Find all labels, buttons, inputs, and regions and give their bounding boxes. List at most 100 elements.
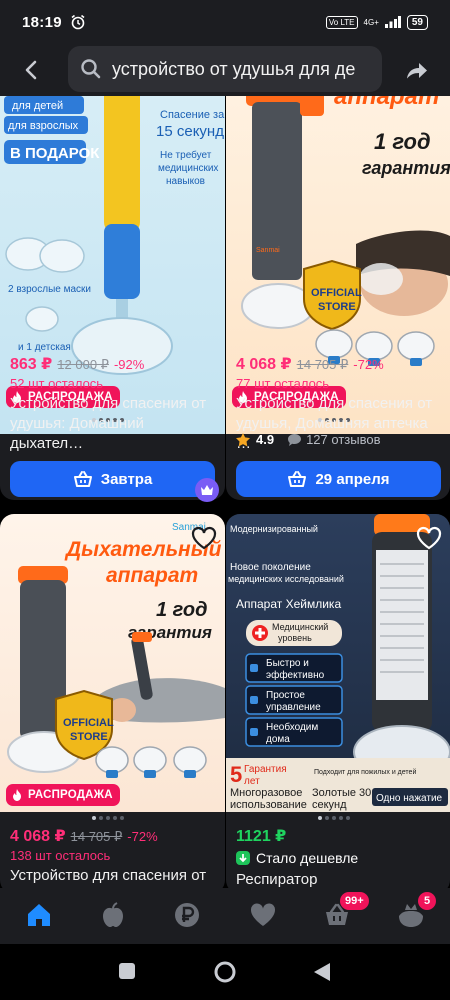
- image-caption: и 1 детская: [18, 342, 71, 353]
- image-caption: медицинских: [158, 163, 218, 174]
- back-triangle-icon[interactable]: [312, 961, 332, 983]
- price-down-icon: [236, 851, 250, 865]
- discount: -92%: [113, 357, 145, 372]
- image-caption: STORE: [70, 731, 108, 743]
- image-caption: дома: [266, 734, 290, 745]
- current-price: 4 068 ₽: [10, 828, 66, 845]
- system-navigation-bar: [0, 944, 450, 1000]
- old-price: 12 000 ₽: [57, 357, 109, 372]
- favorites-heart-icon[interactable]: [248, 900, 278, 930]
- image-caption: аппарат: [334, 96, 439, 110]
- product-image[interactable]: Sanmai Дыхательный аппарат 1 год гаранти…: [0, 514, 225, 812]
- discount: -72%: [353, 357, 384, 372]
- delivery-label: Завтра: [100, 470, 153, 488]
- product-title[interactable]: Респиратор: [236, 870, 441, 888]
- profile-count-badge: 5: [418, 892, 436, 910]
- image-caption: Простое: [266, 690, 305, 701]
- image-caption: эффективно: [266, 669, 325, 681]
- catalog-apple-icon[interactable]: [98, 900, 128, 930]
- sale-label: РАСПРОДАЖА: [28, 789, 113, 801]
- stock-left: 52 шт осталось: [10, 376, 104, 391]
- image-caption: уровень: [278, 633, 312, 643]
- image-caption: Медицинский: [272, 622, 328, 632]
- product-card[interactable]: Sanmai Дыхательный аппарат 1 год гаранти…: [0, 514, 225, 888]
- price-row: 863 ₽ 12 000 ₽ -92%: [10, 354, 144, 374]
- image-caption: лет: [244, 776, 260, 787]
- product-title[interactable]: Устройство для спасения от удушья: Домаш…: [10, 394, 215, 454]
- image-caption: использование: [230, 799, 307, 811]
- sale-badge: РАСПРОДАЖА: [6, 784, 120, 806]
- profile-button[interactable]: 5: [396, 892, 436, 930]
- price-drop-row: Стало дешевле: [236, 850, 358, 866]
- fire-icon: [13, 789, 21, 801]
- product-title[interactable]: Устройство для спасения от: [10, 866, 215, 886]
- rating-value: 4.9: [256, 432, 275, 447]
- delivery-button[interactable]: 29 апреля: [236, 461, 441, 497]
- image-caption: секунд: [312, 799, 347, 811]
- image-caption: медицинских исследований: [228, 574, 344, 584]
- home-circle-icon[interactable]: [213, 960, 237, 984]
- image-caption: гарантия: [362, 158, 450, 178]
- reviews-count: 127 отзывов: [306, 432, 381, 447]
- price-row: 4 068 ₽ 14 705 ₽ -72%: [10, 826, 158, 846]
- image-caption: В ПОДАРОК: [10, 145, 100, 162]
- product-image-art: Модернизированный Новое поколение медици…: [226, 514, 450, 812]
- image-caption: Многоразовое: [230, 787, 302, 799]
- old-price: 14 705 ₽: [70, 829, 123, 844]
- image-caption: Спасение за: [160, 109, 225, 121]
- product-feed[interactable]: для детей для взрослых Спасение за 15 се…: [0, 96, 450, 888]
- battery-indicator: 59: [406, 14, 428, 30]
- image-caption: Необходим: [266, 721, 318, 733]
- home-icon[interactable]: [24, 900, 54, 930]
- favorite-heart-icon[interactable]: [191, 526, 217, 550]
- basket-icon: [73, 471, 92, 487]
- status-time: 18:19: [22, 13, 62, 31]
- star-icon: [236, 432, 250, 446]
- image-caption: 2 взрослые маски: [8, 284, 91, 295]
- search-icon: [81, 59, 101, 79]
- price-drop-label: Стало дешевле: [256, 850, 359, 866]
- comment-icon: [288, 433, 302, 446]
- recent-apps-icon[interactable]: [118, 962, 136, 980]
- stock-left: 77 шт осталось: [236, 376, 330, 391]
- image-caption: Модернизированный: [230, 524, 318, 534]
- product-card[interactable]: Модернизированный Новое поколение медици…: [226, 514, 450, 888]
- status-bar: 18:19 Vo LTE 4G+ 59: [0, 0, 450, 44]
- bottom-navigation: 99+ 5: [0, 888, 450, 944]
- old-price: 14 705 ₽: [296, 357, 349, 372]
- product-image[interactable]: Модернизированный Новое поколение медици…: [226, 514, 450, 812]
- basket-icon: [288, 471, 307, 487]
- search-input[interactable]: устройство от удушья для де: [68, 46, 382, 92]
- delivery-label: 29 апреля: [315, 470, 390, 488]
- image-caption: 1 год: [156, 599, 207, 621]
- delivery-button[interactable]: Завтра: [10, 461, 215, 497]
- ruble-icon[interactable]: [172, 900, 202, 930]
- image-caption: Подходит для пожилых и детей: [314, 768, 416, 776]
- reviews: 127 отзывов: [288, 432, 380, 447]
- network-indicator: 4G+: [363, 17, 379, 27]
- image-caption: Одно нажатие: [376, 793, 443, 804]
- volte-indicator: Vo LTE: [325, 15, 358, 29]
- search-header: устройство от удушья для де: [0, 44, 450, 96]
- alarm-icon: [71, 14, 85, 30]
- image-caption: управление: [266, 702, 321, 713]
- image-caption: Золотые 30: [312, 787, 371, 799]
- image-caption: 5: [230, 762, 242, 787]
- image-caption: 15 секунд: [156, 123, 224, 140]
- image-caption: STORE: [318, 301, 356, 313]
- image-pagination-dots: [318, 816, 350, 820]
- image-pagination-dots: [92, 816, 124, 820]
- cart-button[interactable]: 99+: [322, 892, 369, 930]
- image-caption: для взрослых: [8, 120, 79, 132]
- favorite-heart-icon[interactable]: [416, 526, 442, 550]
- price-row: 1121 ₽: [236, 826, 286, 846]
- image-caption: Sanmai: [256, 247, 280, 254]
- share-icon[interactable]: [404, 57, 430, 83]
- image-caption: 1 год: [374, 129, 431, 154]
- back-arrow-icon[interactable]: [20, 58, 44, 82]
- search-query-text: устройство от удушья для де: [112, 58, 356, 79]
- product-image-art: Sanmai Дыхательный аппарат 1 год гаранти…: [7, 522, 225, 778]
- image-caption: Гарантия: [244, 764, 287, 775]
- premium-crown-icon: [195, 478, 219, 502]
- image-caption: аппарат: [106, 564, 198, 587]
